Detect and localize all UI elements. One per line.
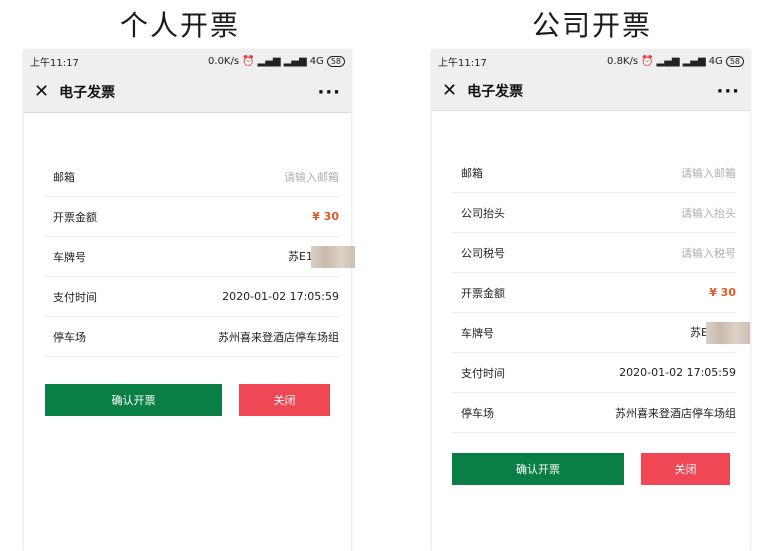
battery-icon: 58 — [725, 55, 744, 67]
paytime-label: 支付时间 — [461, 366, 505, 380]
network-label: 4G — [309, 55, 324, 67]
page-title: 电子发票 — [59, 85, 116, 101]
lot-value: 苏州喜来登酒店停车场组 — [615, 406, 736, 420]
personal-invoice-heading: 个人开票 — [119, 9, 240, 42]
paytime-row: 支付时间 2020-01-02 17:05:59 — [44, 277, 339, 317]
email-label: 邮箱 — [53, 170, 75, 184]
invoice-form: 邮箱 请输入邮箱 公司抬头 请输入抬头 公司税号 请输入税号 开票金额 ¥ 30… — [452, 153, 750, 433]
lot-row: 停车场 苏州喜来登酒店停车场组 — [44, 317, 339, 357]
company-invoice-heading: 公司开票 — [531, 9, 652, 42]
company-title-label: 公司抬头 — [461, 206, 505, 220]
amount-row: 开票金额 ¥ 30 — [452, 273, 736, 313]
alarm-icon: ⏰ — [242, 55, 255, 67]
plate-value: 苏E1 — [288, 249, 313, 263]
more-icon[interactable]: ··· — [716, 81, 740, 102]
tax-id-input[interactable]: 请输入税号 — [681, 245, 736, 261]
confirm-invoice-button[interactable]: 确认开票 — [45, 384, 222, 416]
page-title: 电子发票 — [467, 84, 524, 100]
amount-row: 开票金额 ¥ 30 — [44, 197, 339, 237]
email-input[interactable]: 请输入邮箱 — [284, 169, 339, 185]
alarm-icon: ⏰ — [641, 55, 654, 67]
plate-label: 车牌号 — [53, 250, 86, 264]
battery-icon: 58 — [326, 55, 345, 67]
plate-row: 车牌号 苏E1 — [44, 237, 355, 277]
paytime-label: 支付时间 — [53, 290, 97, 304]
status-speed: 0.0K/s — [208, 55, 240, 67]
close-icon[interactable]: ✕ — [34, 83, 49, 101]
email-input[interactable]: 请输入邮箱 — [681, 165, 736, 181]
action-buttons: 确认开票 关闭 — [452, 453, 730, 485]
action-buttons: 确认开票 关闭 — [45, 384, 330, 416]
email-row[interactable]: 邮箱 请输入邮箱 — [452, 153, 736, 193]
confirm-invoice-button[interactable]: 确认开票 — [452, 453, 624, 485]
company-title-input[interactable]: 请输入抬头 — [681, 205, 736, 221]
amount-label: 开票金额 — [461, 286, 505, 300]
lot-row: 停车场 苏州喜来登酒店停车场组 — [452, 393, 736, 433]
lot-label: 停车场 — [53, 330, 86, 344]
close-button[interactable]: 关闭 — [239, 384, 330, 416]
company-invoice-phone: 上午11:17 0.8K/s ⏰ ▂▄▆ ▂▄▆ 4G 58 ✕ 电子发票 ··… — [432, 50, 750, 551]
close-icon[interactable]: ✕ — [442, 82, 457, 100]
close-button[interactable]: 关闭 — [641, 453, 730, 485]
paytime-row: 支付时间 2020-01-02 17:05:59 — [452, 353, 736, 393]
invoice-form: 邮箱 请输入邮箱 开票金额 ¥ 30 车牌号 苏E1 支付时间 2020-01-… — [44, 157, 355, 357]
amount-value: ¥ 30 — [709, 286, 736, 299]
tax-id-label: 公司税号 — [461, 246, 505, 260]
amount-value: ¥ 30 — [312, 210, 339, 223]
nav-bar: ✕ 电子发票 ··· — [432, 72, 750, 111]
company-title-row[interactable]: 公司抬头 请输入抬头 — [452, 193, 736, 233]
lot-value: 苏州喜来登酒店停车场组 — [218, 330, 339, 344]
status-time: 上午11:17 — [438, 57, 487, 69]
plate-redaction — [311, 245, 355, 268]
paytime-value: 2020-01-02 17:05:59 — [619, 366, 736, 379]
email-label: 邮箱 — [461, 166, 483, 180]
plate-redaction — [706, 321, 750, 344]
plate-row: 车牌号 苏E — [452, 313, 750, 353]
status-time: 上午11:17 — [30, 57, 79, 69]
tax-id-row[interactable]: 公司税号 请输入税号 — [452, 233, 736, 273]
network-label: 4G — [708, 55, 723, 67]
lot-label: 停车场 — [461, 406, 494, 420]
signal-icon: ▂▄▆ — [656, 55, 680, 67]
more-icon[interactable]: ··· — [317, 82, 341, 103]
status-bar: 上午11:17 0.8K/s ⏰ ▂▄▆ ▂▄▆ 4G 58 — [432, 50, 750, 72]
status-bar: 上午11:17 0.0K/s ⏰ ▂▄▆ ▂▄▆ 4G 58 — [24, 50, 351, 72]
signal-icon: ▂▄▆ — [257, 55, 281, 67]
email-row[interactable]: 邮箱 请输入邮箱 — [44, 157, 339, 197]
amount-label: 开票金额 — [53, 210, 97, 224]
paytime-value: 2020-01-02 17:05:59 — [222, 290, 339, 303]
personal-invoice-phone: 上午11:17 0.0K/s ⏰ ▂▄▆ ▂▄▆ 4G 58 ✕ 电子发票 ··… — [24, 50, 355, 551]
signal-icon-2: ▂▄▆ — [283, 55, 307, 67]
plate-label: 车牌号 — [461, 326, 494, 340]
nav-bar: ✕ 电子发票 ··· — [24, 72, 351, 113]
signal-icon-2: ▂▄▆ — [682, 55, 706, 67]
status-speed: 0.8K/s — [607, 55, 639, 67]
